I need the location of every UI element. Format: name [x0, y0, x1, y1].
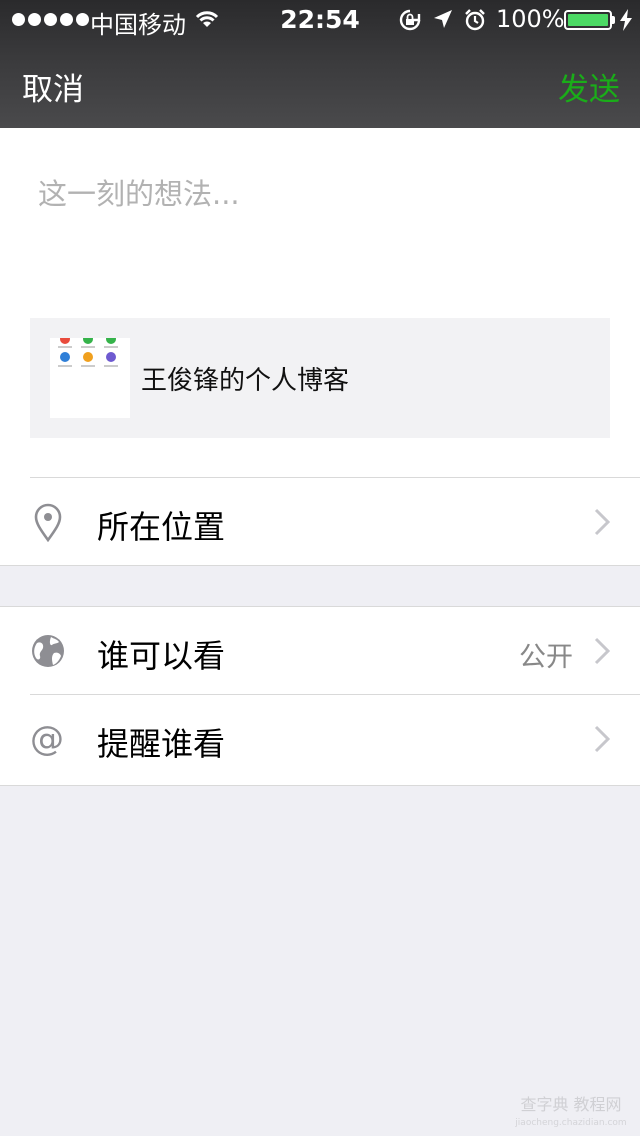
chevron-right-icon	[594, 637, 610, 665]
divider	[0, 565, 640, 566]
link-thumbnail	[50, 338, 130, 418]
at-icon: @	[30, 719, 64, 759]
send-button[interactable]: 发送	[558, 64, 620, 109]
visibility-row[interactable]: 谁可以看 公开	[0, 607, 640, 695]
divider	[0, 785, 640, 786]
privacy-group: 谁可以看 公开 @ 提醒谁看	[0, 606, 640, 786]
location-label: 所在位置	[97, 508, 226, 546]
location-arrow-icon	[434, 10, 452, 28]
cancel-button[interactable]: 取消	[22, 64, 84, 109]
mention-label: 提醒谁看	[97, 725, 226, 763]
rotation-lock-icon	[399, 9, 421, 31]
shared-link-card[interactable]: 王俊锋的个人博客	[30, 318, 610, 438]
header: 中国移动 22:54 100% 取消 发送	[0, 0, 640, 128]
visibility-label: 谁可以看	[97, 637, 226, 675]
watermark: 查字典 教程网 jiaocheng.chazidian.com	[506, 1096, 636, 1132]
battery-cap	[612, 16, 615, 24]
chevron-right-icon	[594, 508, 610, 536]
charging-icon	[620, 9, 632, 31]
nav-bar: 取消 发送	[0, 40, 640, 128]
compose-area: 王俊锋的个人博客 所在位置	[0, 128, 640, 566]
link-title: 王俊锋的个人博客	[141, 366, 350, 396]
globe-icon	[32, 635, 64, 667]
battery-level-fill	[568, 14, 608, 26]
status-bar: 中国移动 22:54 100%	[0, 0, 640, 40]
alarm-icon	[465, 9, 485, 31]
thought-input[interactable]	[38, 164, 598, 224]
watermark-line1: 查字典 教程网	[520, 1095, 622, 1114]
mention-row[interactable]: @ 提醒谁看	[0, 695, 640, 783]
watermark-line2: jiaocheng.chazidian.com	[515, 1118, 627, 1128]
moments-compose-screen: 中国移动 22:54 100% 取消 发送 这一刻的想法... 王俊锋的个人博客…	[0, 0, 640, 1136]
visibility-value: 公开	[519, 642, 573, 673]
battery-icon	[564, 10, 612, 30]
chevron-right-icon	[594, 725, 610, 753]
location-row[interactable]: 所在位置	[0, 478, 640, 566]
battery-percent: 100%	[496, 5, 565, 33]
location-pin-icon	[34, 503, 62, 542]
